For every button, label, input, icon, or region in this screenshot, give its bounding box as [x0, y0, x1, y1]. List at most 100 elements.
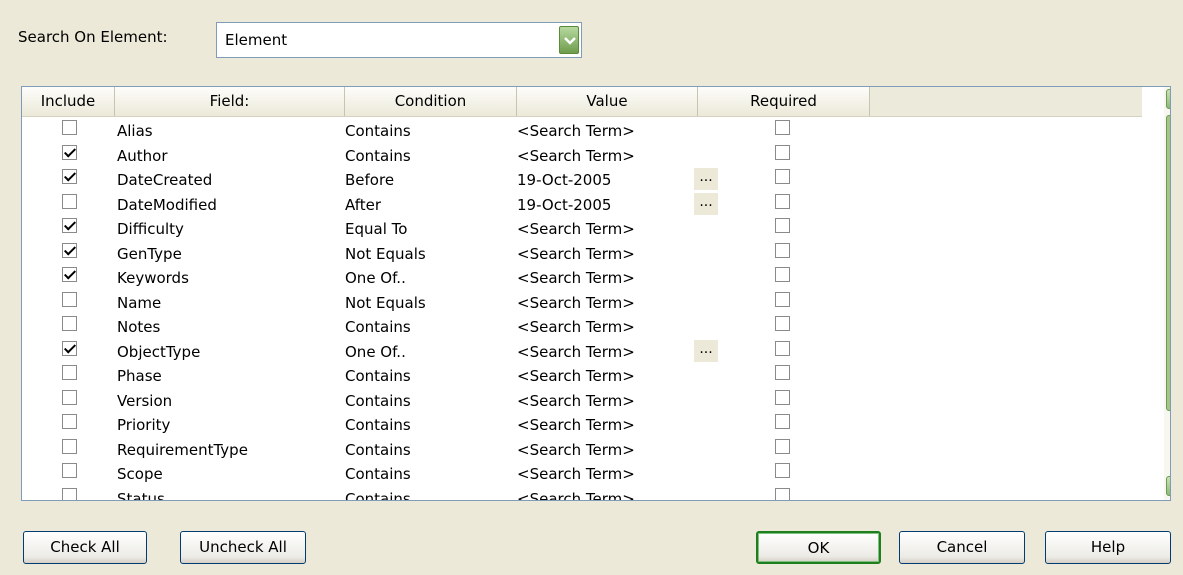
condition-cell[interactable]: Contains: [345, 465, 411, 483]
table-row[interactable]: RequirementType Contains <Search Term>: [22, 438, 1142, 463]
condition-cell[interactable]: Contains: [345, 318, 411, 336]
include-checkbox[interactable]: [62, 414, 77, 429]
search-on-dropdown[interactable]: Element: [216, 22, 582, 58]
value-cell[interactable]: <Search Term>: [517, 147, 635, 165]
required-checkbox[interactable]: [775, 193, 790, 209]
required-checkbox[interactable]: [775, 169, 790, 184]
required-checkbox[interactable]: [775, 218, 790, 233]
value-cell[interactable]: <Search Term>: [517, 392, 635, 410]
table-row[interactable]: Status Contains <Search Term>: [22, 487, 1142, 501]
required-checkbox[interactable]: [775, 414, 790, 429]
column-header-field[interactable]: Field:: [115, 87, 345, 116]
include-checkbox[interactable]: [62, 144, 77, 160]
value-cell[interactable]: <Search Term>: [517, 441, 635, 459]
include-checkbox[interactable]: [62, 487, 77, 500]
condition-cell[interactable]: Contains: [345, 367, 411, 385]
table-row[interactable]: Author Contains <Search Term>: [22, 144, 1142, 169]
value-cell[interactable]: <Search Term>: [517, 318, 635, 336]
scroll-thumb[interactable]: [1166, 115, 1170, 411]
condition-cell[interactable]: Before: [345, 171, 394, 189]
include-checkbox[interactable]: [62, 267, 77, 282]
include-checkbox[interactable]: [62, 242, 77, 258]
required-checkbox[interactable]: [775, 267, 790, 282]
check-all-button[interactable]: Check All: [23, 531, 147, 564]
required-checkbox[interactable]: [775, 316, 790, 331]
condition-cell[interactable]: One Of..: [345, 269, 406, 287]
required-checkbox[interactable]: [775, 487, 790, 500]
condition-cell[interactable]: Contains: [345, 392, 411, 410]
required-checkbox[interactable]: [775, 120, 790, 135]
condition-cell[interactable]: Not Equals: [345, 245, 426, 263]
table-row[interactable]: Version Contains <Search Term>: [22, 389, 1142, 414]
table-row[interactable]: Notes Contains <Search Term>: [22, 315, 1142, 340]
ok-button[interactable]: OK: [756, 531, 881, 564]
chevron-down-icon[interactable]: [559, 26, 579, 54]
include-checkbox[interactable]: [62, 365, 77, 380]
condition-cell[interactable]: Contains: [345, 122, 411, 140]
ellipsis-button[interactable]: ...: [694, 192, 718, 215]
include-checkbox[interactable]: [62, 120, 77, 135]
column-header-value[interactable]: Value: [517, 87, 698, 116]
help-button[interactable]: Help: [1045, 531, 1171, 564]
condition-cell[interactable]: One Of..: [345, 343, 406, 361]
value-cell[interactable]: <Search Term>: [517, 343, 635, 361]
vertical-scrollbar[interactable]: [1164, 87, 1170, 500]
required-checkbox[interactable]: [775, 144, 790, 160]
value-cell[interactable]: <Search Term>: [517, 122, 635, 140]
condition-cell[interactable]: Contains: [345, 441, 411, 459]
table-row[interactable]: Name Not Equals <Search Term>: [22, 291, 1142, 316]
required-checkbox[interactable]: [775, 365, 790, 380]
include-checkbox[interactable]: [62, 316, 77, 331]
include-checkbox[interactable]: [62, 438, 77, 454]
table-row[interactable]: GenType Not Equals <Search Term>: [22, 242, 1142, 267]
column-header-required[interactable]: Required: [698, 87, 870, 116]
include-checkbox[interactable]: [62, 340, 77, 356]
value-cell[interactable]: <Search Term>: [517, 416, 635, 434]
table-row[interactable]: Difficulty Equal To <Search Term>: [22, 217, 1142, 242]
condition-cell[interactable]: Contains: [345, 490, 411, 501]
include-checkbox[interactable]: [62, 169, 77, 184]
include-checkbox[interactable]: [62, 218, 77, 233]
value-cell[interactable]: <Search Term>: [517, 245, 635, 263]
table-row[interactable]: Phase Contains <Search Term>: [22, 364, 1142, 389]
required-checkbox[interactable]: [775, 463, 790, 478]
value-cell[interactable]: <Search Term>: [517, 367, 635, 385]
table-row[interactable]: DateModified After 19-Oct-2005...: [22, 192, 1142, 218]
table-row[interactable]: DateCreated Before 19-Oct-2005...: [22, 168, 1142, 193]
value-cell[interactable]: 19-Oct-2005: [517, 171, 611, 189]
value-cell[interactable]: <Search Term>: [517, 294, 635, 312]
table-row[interactable]: Priority Contains <Search Term>: [22, 413, 1142, 438]
required-checkbox[interactable]: [775, 389, 790, 405]
table-row[interactable]: Scope Contains <Search Term>: [22, 462, 1142, 487]
include-checkbox[interactable]: [62, 291, 77, 307]
include-checkbox[interactable]: [62, 389, 77, 405]
field-cell: Alias: [117, 122, 153, 140]
condition-cell[interactable]: Contains: [345, 416, 411, 434]
value-cell[interactable]: <Search Term>: [517, 465, 635, 483]
value-cell[interactable]: <Search Term>: [517, 490, 635, 501]
required-checkbox[interactable]: [775, 291, 790, 307]
required-checkbox[interactable]: [775, 340, 790, 356]
include-checkbox[interactable]: [62, 193, 77, 209]
value-cell[interactable]: <Search Term>: [517, 220, 635, 238]
condition-cell[interactable]: Not Equals: [345, 294, 426, 312]
ellipsis-button[interactable]: ...: [694, 168, 718, 190]
table-row[interactable]: Alias Contains <Search Term>: [22, 119, 1142, 144]
ellipsis-button[interactable]: ...: [694, 339, 718, 362]
include-checkbox[interactable]: [62, 463, 77, 478]
condition-cell[interactable]: After: [345, 196, 381, 214]
required-checkbox[interactable]: [775, 438, 790, 454]
scroll-up-button[interactable]: [1166, 89, 1170, 109]
value-cell[interactable]: <Search Term>: [517, 269, 635, 287]
condition-cell[interactable]: Contains: [345, 147, 411, 165]
required-checkbox[interactable]: [775, 242, 790, 258]
column-header-include[interactable]: Include: [22, 87, 115, 116]
table-row[interactable]: Keywords One Of.. <Search Term>: [22, 266, 1142, 291]
cancel-button[interactable]: Cancel: [899, 531, 1025, 564]
scroll-down-button[interactable]: [1166, 476, 1170, 496]
value-cell[interactable]: 19-Oct-2005: [517, 196, 611, 214]
uncheck-all-button[interactable]: Uncheck All: [180, 531, 306, 564]
column-header-condition[interactable]: Condition: [345, 87, 517, 116]
table-row[interactable]: ObjectType One Of.. <Search Term>...: [22, 339, 1142, 365]
condition-cell[interactable]: Equal To: [345, 220, 407, 238]
